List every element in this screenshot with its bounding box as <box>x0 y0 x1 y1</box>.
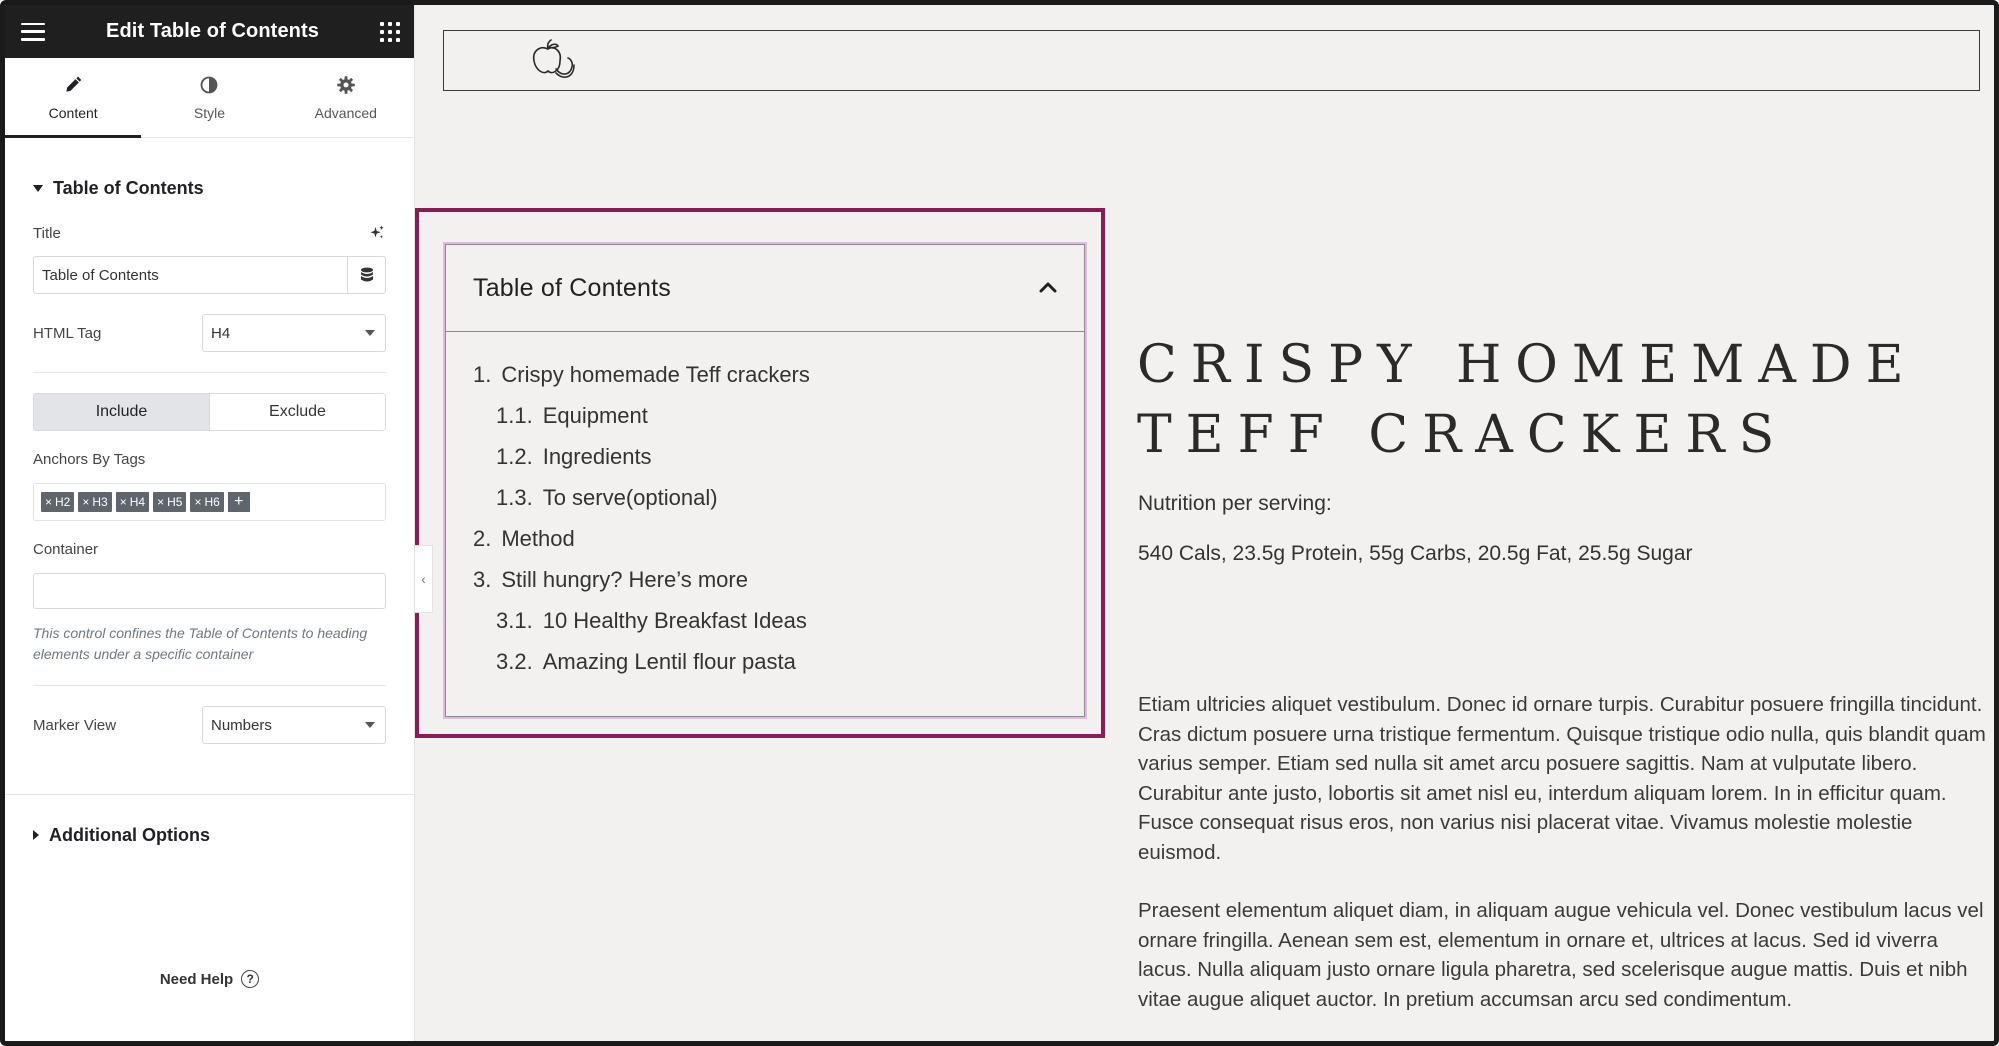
anchor-tags-field[interactable]: × H2 × H3 × H4 × H5 × H6 + <box>33 483 386 521</box>
toc-list: 1. Crispy homemade Teff crackers 1.1. Equi… <box>446 332 1084 682</box>
toc-link[interactable]: 1.2. Ingredients <box>473 436 1084 477</box>
container-label: Container <box>33 541 99 558</box>
title-label: Title <box>33 224 61 242</box>
site-header[interactable] <box>443 30 1980 91</box>
divider <box>33 372 386 373</box>
toc-link[interactable]: 2. Method <box>473 518 1084 559</box>
marker-view-value: Numbers <box>211 716 272 734</box>
anchor-tag-h2[interactable]: × H2 <box>41 492 75 512</box>
anchor-tag-h4[interactable]: × H4 <box>115 492 150 512</box>
tab-style-label: Style <box>193 104 226 121</box>
additional-options-section: Additional Options <box>5 794 414 865</box>
chevron-left-icon: ‹ <box>421 571 426 587</box>
tab-content[interactable]: Content <box>5 58 142 138</box>
caret-right-icon <box>33 830 39 840</box>
toc-link[interactable]: 1.3. To serve(optional) <box>473 477 1084 518</box>
toc-link[interactable]: 1. Crispy homemade Teff crackers <box>473 354 1084 395</box>
widgets-grid-icon[interactable] <box>380 21 400 42</box>
question-mark-icon: ? <box>241 970 260 988</box>
dynamic-tags-button[interactable] <box>347 257 385 293</box>
toc-container: Table of Contents 1. Crispy homemade Teff… <box>445 244 1085 717</box>
html-tag-value: H4 <box>211 324 231 342</box>
recipe-title: CRISPY HOMEMADE TEFF CRACKERS <box>1137 335 1918 465</box>
tab-advanced[interactable]: Advanced <box>278 58 414 137</box>
hamburger-menu-icon[interactable] <box>21 22 45 41</box>
toc-header[interactable]: Table of Contents <box>446 245 1084 332</box>
content-section: Table of Contents Title Table of Content… <box>5 158 414 744</box>
divider <box>33 685 386 686</box>
include-tab[interactable]: Include <box>34 394 209 430</box>
table-of-contents-widget[interactable]: Table of Contents 1. Crispy homemade Teff… <box>443 242 1087 719</box>
toc-link[interactable]: 3. Still hungry? Here’s more <box>473 559 1084 600</box>
container-help-text: This control confines the Table of Conte… <box>33 625 368 662</box>
nutrition-value: 540 Cals, 23.5g Protein, 55g Carbs, 20.5… <box>1138 542 1693 565</box>
chevron-up-icon[interactable] <box>1038 278 1058 298</box>
toc-link[interactable]: 3.2. Amazing Lentil flour pasta <box>473 641 1084 682</box>
tab-advanced-label: Advanced <box>314 104 377 121</box>
title-input[interactable] <box>34 257 347 293</box>
anchor-tag-h6[interactable]: × H6 <box>190 492 224 512</box>
fruit-logo-icon[interactable] <box>526 39 576 83</box>
panel-header: Edit Table of Contents <box>5 5 414 58</box>
chevron-down-icon <box>365 722 375 728</box>
need-help-label: Need Help <box>159 970 234 988</box>
toc-title: Table of Contents <box>473 273 671 302</box>
anchor-tag-h3[interactable]: × H3 <box>78 492 112 512</box>
section-title: Table of Contents <box>53 177 204 198</box>
gear-icon <box>337 75 355 94</box>
remove-tag-icon[interactable]: × <box>45 495 52 509</box>
anchor-tag-h5[interactable]: × H5 <box>153 492 187 512</box>
pencil-icon <box>66 76 82 92</box>
additional-options-title: Additional Options <box>49 824 210 845</box>
container-input[interactable] <box>34 574 385 608</box>
nutrition-label: Nutrition per serving: <box>1138 492 1332 515</box>
title-field <box>33 256 386 294</box>
panel-tabs: Content Style Advanced <box>5 58 414 138</box>
collapse-panel-handle[interactable]: ‹ <box>415 545 433 613</box>
container-field <box>33 573 386 609</box>
anchors-label: Anchors By Tags <box>33 451 146 468</box>
include-exclude-switcher: Include Exclude <box>33 393 386 431</box>
need-help-link[interactable]: Need Help ? <box>5 970 414 988</box>
contrast-icon <box>201 76 218 93</box>
remove-tag-icon[interactable]: × <box>194 495 201 509</box>
toc-link[interactable]: 3.1. 10 Healthy Breakfast Ideas <box>473 600 1084 641</box>
toc-link[interactable]: 1.1. Equipment <box>473 395 1084 436</box>
tab-content-label: Content <box>48 104 98 121</box>
tab-style[interactable]: Style <box>141 58 277 137</box>
html-tag-label: HTML Tag <box>33 324 102 342</box>
exclude-tab[interactable]: Exclude <box>209 394 385 430</box>
body-paragraph: Praesent elementum aliquet diam, in aliq… <box>1138 899 1984 1011</box>
html-tag-select[interactable]: H4 <box>202 314 386 352</box>
body-paragraph: Etiam ultricies aliquet vestibulum. Done… <box>1138 693 1986 864</box>
marker-view-select[interactable]: Numbers <box>202 706 386 744</box>
chevron-down-icon <box>365 330 375 336</box>
section-toggle-table-of-contents[interactable]: Table of Contents <box>33 158 386 218</box>
panel-title: Edit Table of Contents <box>106 20 319 42</box>
app-window: Edit Table of Contents Content Style Adv… <box>0 0 1999 1046</box>
section-toggle-additional-options[interactable]: Additional Options <box>33 805 386 865</box>
marker-view-label: Marker View <box>33 716 117 734</box>
ai-sparkle-icon[interactable] <box>368 224 386 242</box>
editor-panel: Edit Table of Contents Content Style Adv… <box>5 5 415 1041</box>
add-tag-icon[interactable]: + <box>227 492 250 512</box>
database-icon <box>360 267 373 282</box>
remove-tag-icon[interactable]: × <box>82 495 89 509</box>
remove-tag-icon[interactable]: × <box>157 495 164 509</box>
caret-down-icon <box>33 184 43 192</box>
remove-tag-icon[interactable]: × <box>120 495 127 509</box>
